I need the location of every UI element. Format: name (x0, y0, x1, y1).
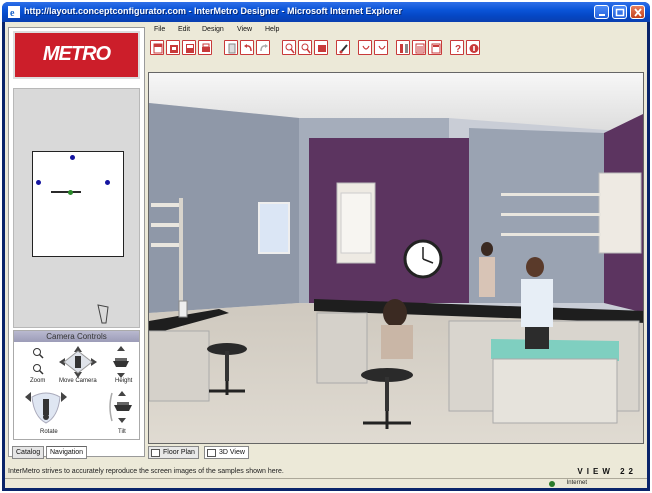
minimize-icon (599, 14, 605, 16)
ie-status-bar: Internet (5, 478, 647, 488)
zoom-in-icon[interactable] (32, 347, 44, 359)
new-icon (153, 43, 163, 54)
3d-view-icon (207, 449, 216, 457)
rotate-right-icon (378, 45, 386, 50)
help-icon: ? (455, 44, 461, 55)
height-control[interactable] (110, 345, 132, 379)
maximize-button[interactable] (612, 5, 627, 19)
fit-button[interactable] (314, 40, 328, 55)
tab-3d-view[interactable]: 3D View (204, 446, 249, 459)
print-icon (202, 43, 210, 52)
disclaimer-text: InterMetro strives to accurately reprodu… (8, 468, 284, 475)
zoom-out-icon[interactable] (32, 363, 44, 375)
minimap-current-position[interactable] (68, 190, 73, 195)
properties-icon (228, 43, 236, 54)
internet-zone-icon (549, 481, 555, 487)
minimap-wall (51, 191, 81, 193)
close-button[interactable] (630, 5, 645, 19)
window-title: http://layout.conceptconfigurator.com - … (24, 6, 403, 16)
tilt-label: Tilt (118, 429, 126, 435)
logo-text: METRO (42, 43, 111, 65)
3d-scene (149, 73, 643, 443)
title-bar[interactable]: e http://layout.conceptconfigurator.com … (2, 2, 650, 22)
undo-icon (244, 44, 252, 52)
save-button[interactable] (182, 40, 196, 55)
minimap[interactable] (32, 151, 124, 257)
tab-navigation[interactable]: Navigation (46, 446, 88, 459)
floor-plan-icon (151, 449, 160, 457)
3d-viewport[interactable] (148, 72, 644, 444)
open-button[interactable] (166, 40, 180, 55)
left-panel: METRO Camera Controls Zoom Move Camera H… (8, 27, 145, 459)
rotate-left-icon (362, 45, 370, 50)
metro-logo: METRO (13, 31, 140, 79)
rotate-control[interactable] (24, 387, 68, 427)
browser-client-area: METRO Camera Controls Zoom Move Camera H… (5, 22, 647, 488)
new-button[interactable] (150, 40, 164, 55)
brand-tag: VIEW 22 (577, 467, 637, 476)
redo-button[interactable] (256, 40, 270, 55)
quote-button[interactable] (428, 40, 442, 55)
open-icon (170, 45, 178, 53)
close-icon (634, 8, 642, 17)
info-button[interactable] (466, 40, 480, 55)
svg-text:e: e (10, 8, 15, 18)
zoom-in-icon (285, 43, 295, 54)
help-button[interactable]: ? (450, 40, 464, 55)
parts-list-button[interactable] (412, 40, 426, 55)
tab-floor-plan-label: Floor Plan (163, 449, 195, 456)
tilt-control[interactable] (108, 387, 136, 427)
move-camera-control[interactable] (58, 345, 98, 379)
maximize-icon (615, 8, 625, 17)
menu-design[interactable]: Design (202, 26, 224, 33)
menu-view[interactable]: View (237, 26, 252, 33)
tab-catalog[interactable]: Catalog (12, 446, 45, 459)
paint-button[interactable] (336, 40, 350, 55)
height-label: Height (115, 378, 133, 384)
save-icon (186, 44, 194, 53)
minimize-button[interactable] (594, 5, 609, 19)
camera-frustum-icon (97, 304, 109, 324)
security-zone-label: Internet (566, 480, 587, 486)
zoom-out-icon (301, 43, 311, 54)
svg-text:?: ? (455, 44, 461, 55)
tab-floor-plan[interactable]: Floor Plan (148, 446, 199, 459)
zoom-in-button[interactable] (282, 40, 296, 55)
undo-button[interactable] (240, 40, 254, 55)
minimap-camera-dot[interactable] (105, 180, 110, 185)
camera-controls-panel: Camera Controls Zoom Move Camera Height … (13, 330, 140, 440)
properties-button[interactable] (224, 40, 238, 55)
move-camera-label: Move Camera (59, 378, 97, 384)
mirror-icon (400, 44, 408, 53)
browser-window: e http://layout.conceptconfigurator.com … (2, 2, 650, 491)
menu-file[interactable]: File (154, 26, 165, 33)
camera-controls-header: Camera Controls (14, 331, 139, 342)
zoom-label: Zoom (30, 378, 46, 384)
rotate-label: Rotate (40, 429, 58, 435)
zoom-out-button[interactable] (298, 40, 312, 55)
tab-3d-view-label: 3D View (219, 449, 245, 456)
print-button[interactable] (198, 40, 212, 55)
rotate-left-button[interactable] (358, 40, 372, 55)
menu-help[interactable]: Help (265, 26, 279, 33)
rotate-right-button[interactable] (374, 40, 388, 55)
minimap-camera-dot[interactable] (70, 155, 75, 160)
quote-icon (431, 43, 441, 54)
info-icon (469, 44, 479, 53)
menu-edit[interactable]: Edit (178, 26, 190, 33)
parts-list-icon (415, 43, 425, 54)
fit-icon (318, 45, 326, 52)
ie-icon: e (8, 6, 20, 18)
redo-icon (260, 44, 268, 52)
paint-icon (339, 44, 348, 54)
minimap-camera-dot[interactable] (36, 180, 41, 185)
navigation-pane (13, 88, 140, 328)
mirror-button[interactable] (396, 40, 410, 55)
